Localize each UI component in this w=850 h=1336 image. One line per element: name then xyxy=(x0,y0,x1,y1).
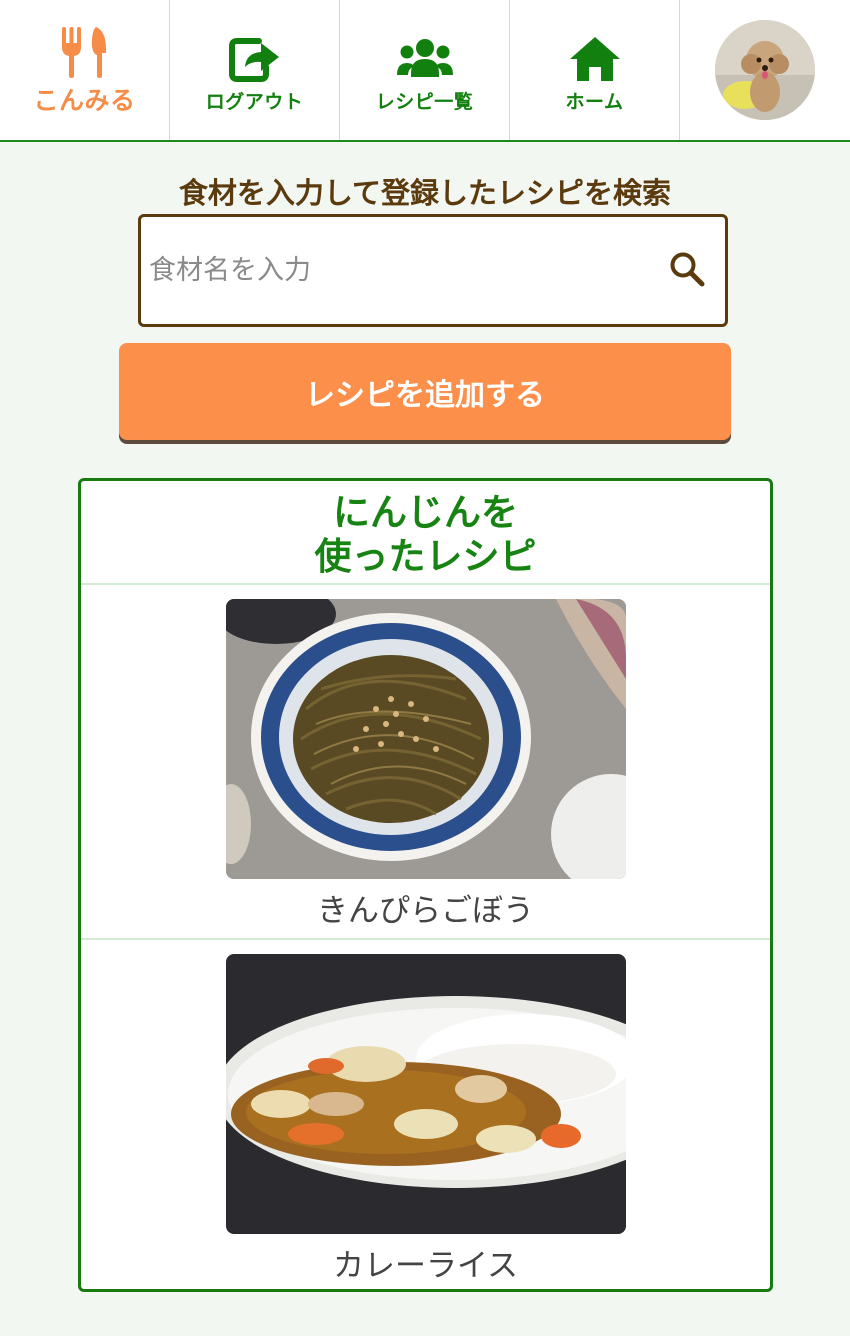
recipe-item-kinpira[interactable]: きんぴらごぼう xyxy=(81,585,770,938)
results-title-line2: 使ったレシピ xyxy=(314,535,537,578)
nav-logout[interactable]: ログアウト xyxy=(170,0,340,140)
recipe-results-card: にんじんを 使ったレシピ きんぴらごぼう カレーライス xyxy=(78,478,773,1292)
nav-profile[interactable] xyxy=(680,0,850,140)
search-box xyxy=(138,214,728,327)
search-input[interactable] xyxy=(141,217,655,324)
recipe-photo-kinpira[interactable] xyxy=(225,599,626,879)
recipe-name-kinpira[interactable]: きんぴらごぼう xyxy=(317,885,534,930)
nav-recipe-list[interactable]: レシピ一覧 xyxy=(340,0,510,140)
add-recipe-button[interactable]: レシピを追加する xyxy=(119,343,731,440)
nav-home[interactable]: ホーム xyxy=(510,0,680,140)
user-avatar[interactable] xyxy=(715,20,815,120)
nav-logo[interactable]: こんみる xyxy=(0,0,170,140)
nav-recipe-list-label: レシピ一覧 xyxy=(375,90,474,113)
results-title-line1: にんじんを xyxy=(333,491,518,534)
nav-logo-label: こんみる xyxy=(33,86,136,115)
results-title: にんじんを 使ったレシピ xyxy=(81,481,770,585)
users-icon xyxy=(396,27,454,83)
search-icon xyxy=(669,251,705,291)
search-heading: 食材を入力して登録したレシピを検索 xyxy=(178,176,672,210)
logout-icon xyxy=(228,27,281,83)
top-nav: こんみる ログアウト レシピ一覧 ホーム xyxy=(0,0,850,142)
nav-logout-label: ログアウト xyxy=(205,90,304,113)
fork-knife-icon xyxy=(60,23,110,79)
recipe-photo-curry[interactable] xyxy=(225,954,626,1234)
home-icon xyxy=(568,27,622,83)
recipe-item-curry[interactable]: カレーライス xyxy=(81,938,770,1291)
search-button[interactable] xyxy=(655,239,719,303)
nav-home-label: ホーム xyxy=(565,90,624,113)
recipe-name-curry[interactable]: カレーライス xyxy=(333,1240,518,1285)
